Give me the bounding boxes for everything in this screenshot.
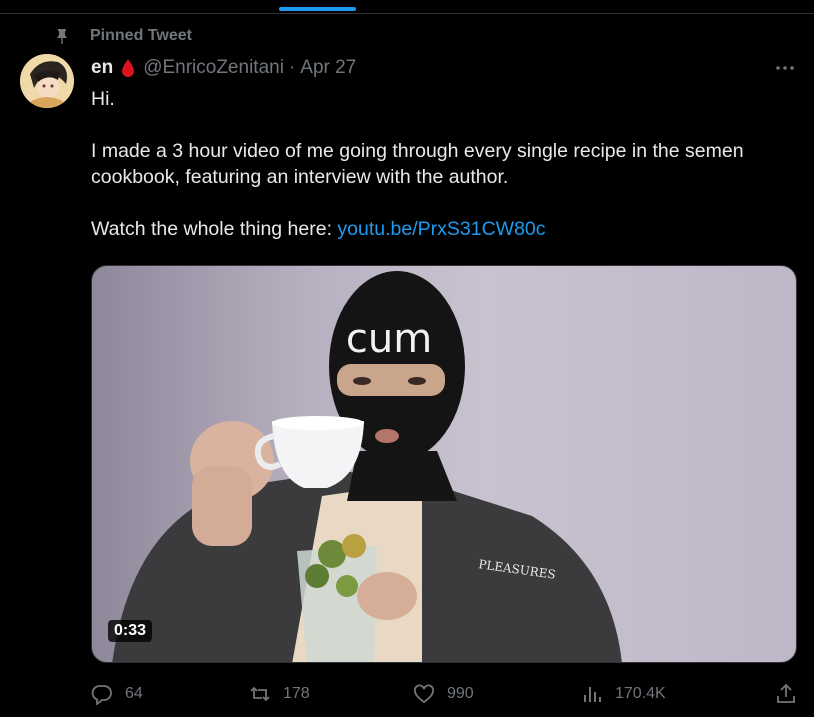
blood-drop-icon	[122, 59, 135, 77]
tweet-actions: 64 178 990 170.4K	[91, 680, 797, 708]
tweet-line-greeting: Hi.	[91, 88, 115, 110]
retweet-icon	[250, 686, 270, 702]
avatar[interactable]	[20, 54, 74, 108]
views-count: 170.4K	[615, 685, 666, 702]
like-icon	[414, 684, 434, 704]
profile-tab-bar	[0, 0, 814, 14]
tweet-body: Hi. I made a 3 hour video of me going th…	[91, 86, 796, 242]
tweet-line-description: I made a 3 hour video of me going throug…	[91, 140, 744, 188]
tweet-line-watch: Watch the whole thing here: youtu.be/Prx…	[91, 216, 796, 242]
header-separator: ·	[288, 57, 296, 78]
reply-icon	[91, 685, 112, 705]
like-count: 990	[447, 685, 474, 702]
video-link[interactable]: youtu.be/PrxS31CW80c	[337, 218, 545, 240]
watch-prefix: Watch the whole thing here:	[91, 218, 338, 240]
retweet-count: 178	[283, 685, 310, 702]
video-duration: 0:33	[108, 620, 153, 642]
pinned-label: Pinned Tweet	[90, 27, 192, 44]
tweet-date[interactable]: Apr 27	[300, 57, 356, 79]
reply-action[interactable]: 64	[91, 680, 143, 708]
share-icon[interactable]	[775, 683, 797, 705]
views-icon	[584, 687, 601, 702]
mask-text: cum	[346, 316, 432, 362]
pinned-indicator: Pinned Tweet	[54, 26, 192, 46]
pin-icon	[57, 29, 67, 44]
video-thumbnail: cum PLEASURES	[112, 271, 622, 662]
video-player[interactable]: cum PLEASURES 0:33	[91, 265, 797, 663]
reply-count: 64	[125, 685, 143, 702]
like-action[interactable]: 990	[413, 680, 474, 708]
views-action[interactable]: 170.4K	[581, 680, 666, 708]
retweet-action[interactable]: 178	[249, 680, 310, 708]
author-display-name[interactable]: en	[91, 57, 113, 79]
author-handle[interactable]: @EnricoZenitani	[143, 57, 284, 79]
more-icon[interactable]	[774, 58, 796, 78]
tweet-header: en @EnricoZenitani · Apr 27	[91, 55, 356, 81]
active-tab-indicator	[279, 7, 356, 11]
